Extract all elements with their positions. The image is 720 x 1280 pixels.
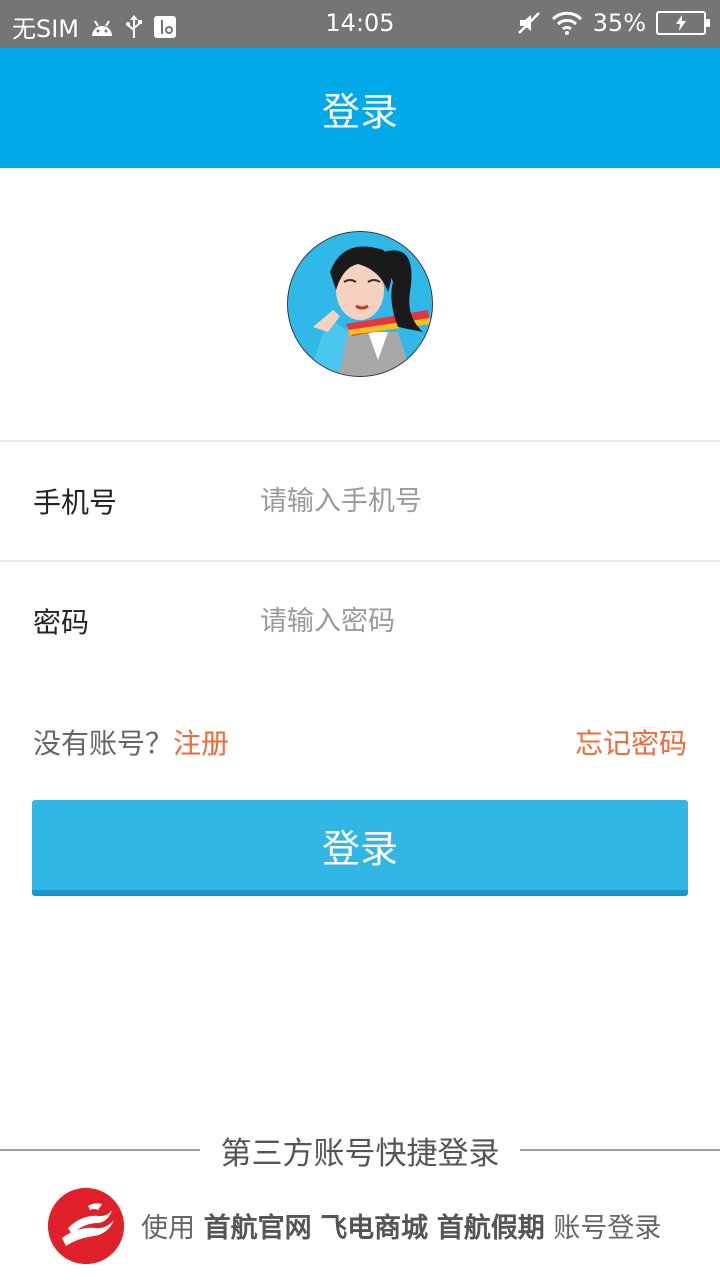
battery-percent: 35% <box>592 9 646 37</box>
mute-icon <box>517 9 541 37</box>
site-official-link[interactable]: 首航官网 <box>204 1213 312 1244</box>
no-account-text: 没有账号？ <box>33 727 174 760</box>
status-bar-right: 35% <box>517 9 710 37</box>
airline-logo-button[interactable] <box>48 1188 124 1264</box>
phone-label: 手机号 <box>33 486 118 519</box>
page-title: 登录 <box>321 89 398 134</box>
register-link[interactable]: 注册 <box>173 727 229 760</box>
password-label: 密码 <box>33 606 90 639</box>
login-button[interactable]: 登录 <box>32 800 688 896</box>
site-holiday-link[interactable]: 首航假期 <box>437 1213 545 1244</box>
phone-row: 手机号 <box>0 442 720 560</box>
third-party-prefix: 使用 <box>141 1213 195 1244</box>
status-bar-left: 无SIM <box>12 9 177 44</box>
title-bar: 登录 <box>0 48 720 168</box>
third-party-title: 第三方账号快捷登录 <box>220 1136 500 1172</box>
dragon-logo-icon <box>48 1188 124 1264</box>
third-party-header: 第三方账号快捷登录 <box>0 1124 720 1174</box>
usb-icon <box>125 13 143 41</box>
forgot-password-link[interactable]: 忘记密码 <box>575 722 687 762</box>
password-input[interactable] <box>258 592 688 650</box>
third-party-suffix: 账号登录 <box>553 1213 662 1244</box>
wifi-icon <box>551 9 583 37</box>
stewardess-illustration <box>288 232 432 376</box>
usb-debug-icon <box>153 13 177 41</box>
status-bar: 无SIM 14:05 35% <box>0 0 720 48</box>
third-party-text: 使用 首航官网 飞电商城 首航假期 账号登录 <box>141 1206 661 1245</box>
avatar[interactable] <box>287 231 433 377</box>
android-icon <box>89 13 115 41</box>
no-account-prompt: 没有账号？注册 <box>33 722 229 762</box>
carrier-label: 无SIM <box>12 15 80 43</box>
site-mall-link[interactable]: 飞电商城 <box>320 1213 428 1244</box>
third-party-login: 使用 首航官网 飞电商城 首航假期 账号登录 <box>0 1186 720 1264</box>
password-row: 密码 <box>0 562 720 680</box>
battery-icon <box>656 11 710 35</box>
phone-input[interactable] <box>258 472 688 530</box>
account-links: 没有账号？注册 忘记密码 <box>0 716 720 766</box>
